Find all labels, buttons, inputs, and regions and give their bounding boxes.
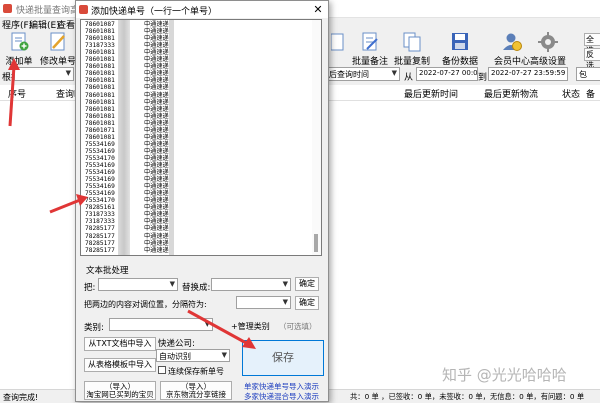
annotation-arrows: [8, 58, 256, 349]
arrow-to-add-button: [8, 58, 20, 127]
arrow-to-save-button: [187, 309, 256, 349]
arrow-to-textarea: [49, 194, 88, 214]
